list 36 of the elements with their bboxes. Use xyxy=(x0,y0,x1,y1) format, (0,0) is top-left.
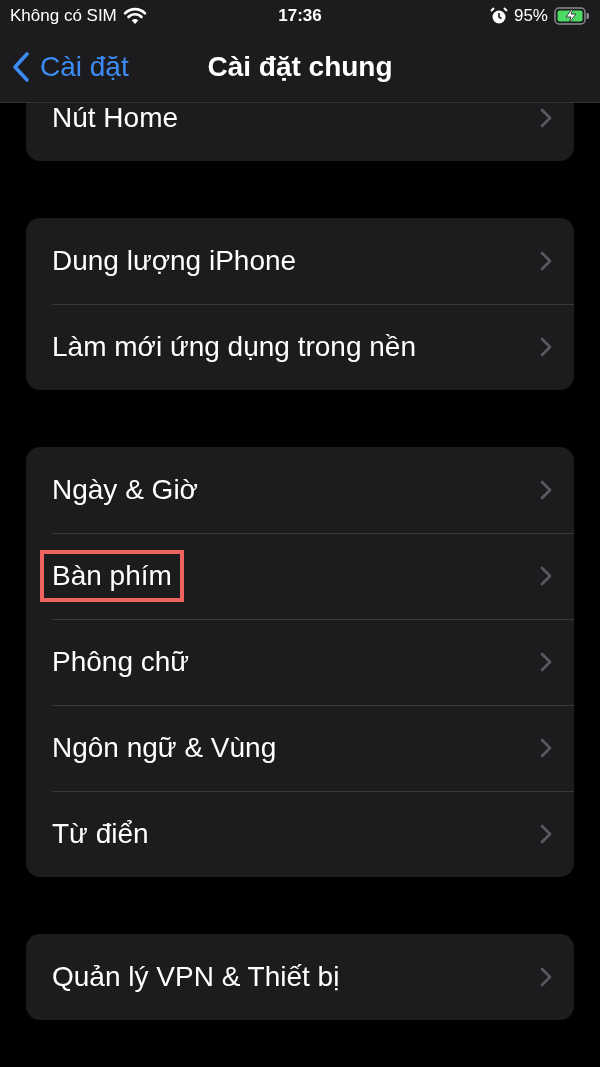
settings-row[interactable]: Từ điển xyxy=(26,791,574,877)
row-label: Phông chữ xyxy=(52,646,190,678)
row-label: Ngôn ngữ & Vùng xyxy=(52,732,277,764)
row-label: Quản lý VPN & Thiết bị xyxy=(52,961,340,993)
row-label: Từ điển xyxy=(52,818,149,850)
chevron-icon xyxy=(540,480,552,500)
settings-row[interactable]: Làm mới ứng dụng trong nền xyxy=(26,304,574,390)
chevron-icon xyxy=(540,967,552,987)
settings-row[interactable]: Ngày & Giờ xyxy=(26,447,574,533)
row-label: Ngày & Giờ xyxy=(52,474,198,506)
row-label: Bàn phím xyxy=(52,560,172,592)
back-button[interactable]: Cài đặt xyxy=(12,51,129,83)
settings-row[interactable]: Quản lý VPN & Thiết bị xyxy=(26,934,574,1020)
settings-row[interactable]: Phông chữ xyxy=(26,619,574,705)
chevron-icon xyxy=(540,337,552,357)
battery-percent: 95% xyxy=(513,6,548,26)
chevron-icon xyxy=(540,566,552,586)
chevron-icon xyxy=(540,738,552,758)
settings-row[interactable]: Nút Home xyxy=(26,103,574,161)
settings-row[interactable]: Ngôn ngữ & Vùng xyxy=(26,705,574,791)
row-label: Nút Home xyxy=(52,103,179,134)
chevron-icon xyxy=(540,652,552,672)
chevron-icon xyxy=(540,108,552,128)
battery-charging-icon xyxy=(554,7,590,25)
clock-time: 17:36 xyxy=(278,6,322,26)
row-label: Dung lượng iPhone xyxy=(52,245,297,277)
settings-row[interactable]: Bàn phím xyxy=(26,533,574,619)
chevron-icon xyxy=(540,251,552,271)
settings-row[interactable]: Dung lượng iPhone xyxy=(26,218,574,304)
row-label: Làm mới ứng dụng trong nền xyxy=(52,331,416,363)
wifi-icon xyxy=(122,7,147,25)
alarm-clock-icon xyxy=(489,7,508,25)
screen-title: Cài đặt chung xyxy=(207,51,393,83)
back-chevron-icon xyxy=(12,51,30,83)
chevron-icon xyxy=(540,824,552,844)
carrier-text: Không có SIM xyxy=(10,6,117,26)
